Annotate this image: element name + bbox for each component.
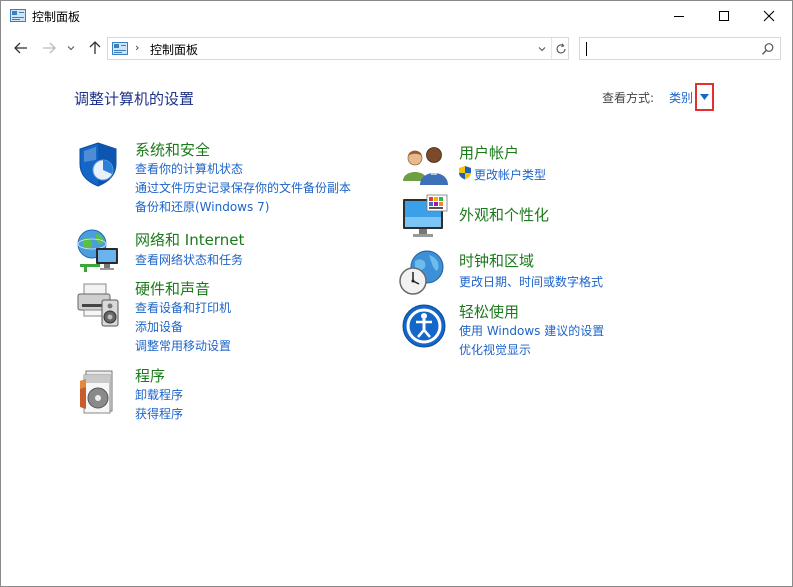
hardware-sound-icon[interactable] bbox=[74, 280, 122, 328]
forward-button[interactable] bbox=[39, 38, 59, 58]
category-title-system-security[interactable]: 系统和安全 bbox=[135, 139, 210, 160]
view-by-value-link[interactable]: 类别 bbox=[669, 89, 693, 106]
search-input[interactable] bbox=[586, 40, 746, 57]
triangle-down-icon bbox=[700, 94, 709, 100]
address-bar[interactable]: › 控制面板 bbox=[107, 37, 569, 60]
category-title-ease-of-access[interactable]: 轻松使用 bbox=[459, 301, 519, 322]
system-security-icon[interactable] bbox=[74, 140, 122, 188]
up-button[interactable] bbox=[85, 38, 105, 58]
close-button[interactable] bbox=[746, 1, 792, 31]
link-network-status-tasks[interactable]: 查看网络状态和任务 bbox=[135, 251, 243, 268]
chevron-down-icon bbox=[67, 46, 75, 51]
minimize-button[interactable] bbox=[656, 1, 702, 31]
search-icon[interactable] bbox=[761, 42, 775, 56]
refresh-button[interactable] bbox=[551, 38, 569, 59]
control-panel-icon bbox=[112, 42, 128, 55]
link-file-history-backup[interactable]: 通过文件历史记录保存你的文件备份副本 bbox=[135, 179, 351, 196]
refresh-icon bbox=[555, 42, 566, 53]
link-change-account-type[interactable]: 更改帐户类型 bbox=[474, 166, 546, 183]
control-panel-window: 控制面板 › 控制面板 调整计算机的设置 查看方式: 类别 系统和安全 查看你的… bbox=[0, 0, 793, 587]
maximize-icon bbox=[719, 11, 729, 21]
programs-icon[interactable] bbox=[74, 367, 122, 415]
control-panel-icon bbox=[10, 9, 26, 22]
link-add-device[interactable]: 添加设备 bbox=[135, 318, 183, 335]
arrow-right-icon bbox=[43, 42, 56, 54]
link-date-time-number-format[interactable]: 更改日期、时间或数字格式 bbox=[459, 273, 603, 290]
address-dropdown-button[interactable] bbox=[534, 38, 550, 59]
navigation-bar: › 控制面板 bbox=[1, 34, 792, 64]
link-mobility-settings[interactable]: 调整常用移动设置 bbox=[135, 337, 231, 354]
link-backup-restore-win7[interactable]: 备份和还原(Windows 7) bbox=[135, 198, 269, 215]
category-title-hardware-sound[interactable]: 硬件和声音 bbox=[135, 278, 210, 299]
link-get-programs[interactable]: 获得程序 bbox=[135, 405, 183, 422]
view-by-label: 查看方式: bbox=[602, 91, 655, 105]
maximize-button[interactable] bbox=[701, 1, 747, 31]
breadcrumb-separator[interactable]: › bbox=[135, 41, 139, 54]
user-accounts-icon[interactable] bbox=[401, 141, 449, 189]
minimize-icon bbox=[674, 16, 684, 17]
view-by-dropdown-button[interactable] bbox=[695, 83, 714, 111]
link-recommended-settings[interactable]: 使用 Windows 建议的设置 bbox=[459, 322, 604, 339]
link-view-computer-status[interactable]: 查看你的计算机状态 bbox=[135, 160, 243, 177]
ease-of-access-icon[interactable] bbox=[401, 303, 449, 351]
text-caret bbox=[586, 42, 587, 56]
recent-locations-button[interactable] bbox=[64, 38, 78, 58]
back-button[interactable] bbox=[11, 38, 31, 58]
arrow-left-icon bbox=[14, 42, 27, 54]
chevron-down-icon bbox=[538, 46, 546, 51]
appearance-icon[interactable] bbox=[401, 193, 449, 241]
link-optimize-visual-display[interactable]: 优化视觉显示 bbox=[459, 341, 531, 358]
category-title-programs[interactable]: 程序 bbox=[135, 365, 165, 386]
category-title-user-accounts[interactable]: 用户帐户 bbox=[459, 142, 519, 163]
link-devices-printers[interactable]: 查看设备和打印机 bbox=[135, 299, 231, 316]
arrow-up-icon bbox=[89, 41, 101, 54]
breadcrumb-control-panel[interactable]: 控制面板 bbox=[150, 41, 198, 58]
search-box[interactable] bbox=[579, 37, 781, 60]
category-title-appearance[interactable]: 外观和个性化 bbox=[459, 204, 549, 225]
clock-region-icon[interactable] bbox=[399, 249, 447, 297]
window-title: 控制面板 bbox=[32, 10, 81, 24]
close-icon bbox=[763, 10, 775, 22]
link-uninstall-program[interactable]: 卸载程序 bbox=[135, 386, 183, 403]
page-heading: 调整计算机的设置 bbox=[74, 90, 195, 108]
category-title-clock-region[interactable]: 时钟和区域 bbox=[459, 250, 534, 271]
uac-shield-icon bbox=[459, 166, 471, 180]
title-bar[interactable]: 控制面板 bbox=[1, 1, 792, 31]
network-internet-icon[interactable] bbox=[74, 226, 122, 274]
category-title-network-internet[interactable]: 网络和 Internet bbox=[135, 229, 244, 250]
